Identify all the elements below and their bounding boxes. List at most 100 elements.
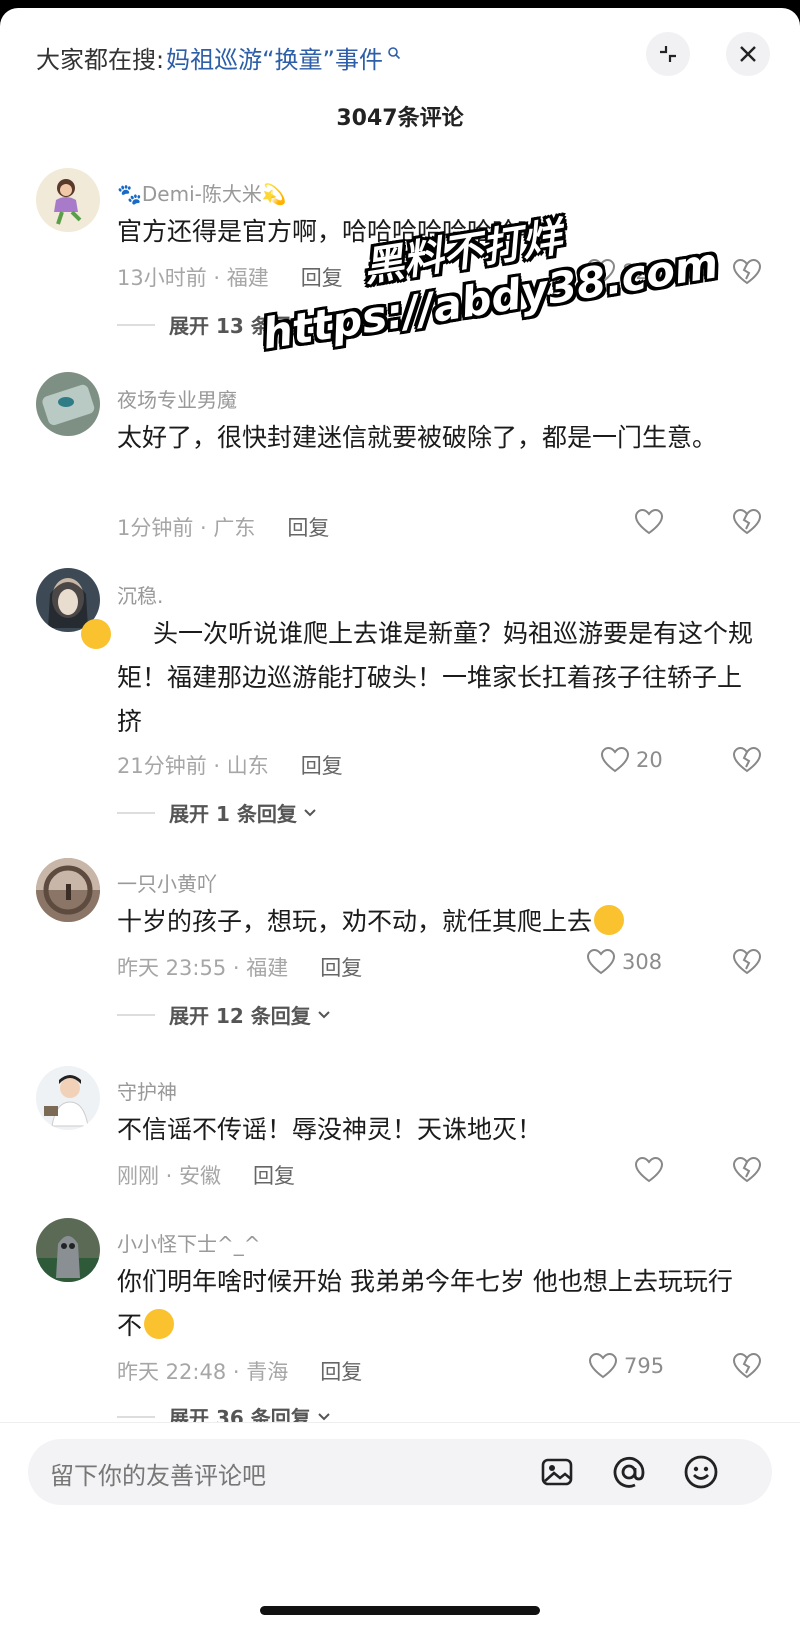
divider bbox=[117, 811, 155, 814]
comment-count: 3047条评论 bbox=[336, 106, 464, 131]
comment-input-bar: 留下你的友善评论吧 bbox=[0, 1422, 800, 1632]
image-icon bbox=[541, 1458, 573, 1486]
avatar-image bbox=[42, 384, 95, 426]
trending-search-prefix: 大家都在搜: bbox=[36, 46, 165, 74]
time-location: 21分钟前 · 山东 bbox=[117, 754, 269, 778]
avatar[interactable] bbox=[36, 1066, 100, 1130]
avatar-image bbox=[36, 858, 100, 922]
grin-emoji-icon bbox=[81, 619, 111, 649]
heart-icon bbox=[634, 508, 664, 535]
watermark-url: https://abdy38.com bbox=[259, 238, 722, 359]
broken-heart-icon bbox=[732, 508, 762, 535]
chevron-down-icon bbox=[318, 320, 330, 328]
avatar-image bbox=[36, 1236, 100, 1282]
time-location: 昨天 23:55 · 福建 bbox=[117, 956, 289, 980]
thinking-emoji-icon bbox=[144, 1309, 175, 1339]
like-count: 828 bbox=[622, 260, 663, 284]
comment-text: 你们明年啥时候开始 我弟弟今年七岁 他也想上去玩玩行不 bbox=[117, 1260, 737, 1348]
dislike-button[interactable] bbox=[732, 258, 762, 290]
trending-search-query[interactable]: 妈祖巡游“换童”事件 bbox=[166, 40, 383, 75]
dislike-button[interactable] bbox=[732, 746, 762, 778]
time-location: 刚刚 · 安徽 bbox=[117, 1164, 222, 1188]
expand-replies-label: 展开 13 条回复 bbox=[169, 314, 311, 338]
collapse-button[interactable] bbox=[646, 32, 690, 76]
heart-icon bbox=[634, 1156, 664, 1183]
emoji-button[interactable] bbox=[680, 1451, 722, 1493]
expand-replies[interactable]: 展开 13 条回复 bbox=[117, 310, 331, 339]
expand-replies-label: 展开 1 条回复 bbox=[169, 802, 297, 826]
like-button[interactable]: 795 bbox=[588, 1352, 664, 1380]
collapse-icon bbox=[660, 46, 676, 62]
like-button[interactable] bbox=[634, 1156, 664, 1184]
broken-heart-icon bbox=[732, 1352, 762, 1379]
image-button[interactable] bbox=[536, 1451, 578, 1493]
reply-button[interactable]: 回复 bbox=[301, 262, 343, 292]
search-icon bbox=[388, 46, 401, 59]
comment-text: 十岁的孩子，想玩，劝不动，就任其爬上去 bbox=[117, 900, 757, 944]
comment-text: 官方还得是官方啊，哈哈哈哈哈哈哈哈 bbox=[117, 217, 543, 246]
close-icon bbox=[740, 46, 756, 62]
chevron-down-icon bbox=[318, 1010, 330, 1018]
like-button[interactable]: 828 bbox=[586, 258, 662, 286]
comment-meta: 21分钟前 · 山东 回复 bbox=[117, 750, 343, 780]
broken-heart-icon bbox=[732, 1156, 762, 1183]
comment-meta: 刚刚 · 安徽 回复 bbox=[117, 1160, 295, 1190]
dislike-button[interactable] bbox=[732, 948, 762, 980]
trending-search[interactable]: 大家都在搜: 妈祖巡游“换童”事件 bbox=[36, 40, 401, 75]
expand-replies[interactable]: 展开 1 条回复 bbox=[117, 798, 317, 827]
heart-icon bbox=[586, 948, 616, 975]
at-icon bbox=[613, 1456, 645, 1488]
comment-input[interactable]: 留下你的友善评论吧 bbox=[28, 1439, 772, 1505]
broken-heart-icon bbox=[732, 948, 762, 975]
heart-icon bbox=[586, 258, 616, 285]
comment-meta: 昨天 22:48 · 青海 回复 bbox=[117, 1356, 362, 1386]
heart-icon bbox=[600, 746, 630, 773]
reply-button[interactable]: 回复 bbox=[320, 1356, 362, 1386]
comment-input-placeholder: 留下你的友善评论吧 bbox=[50, 1462, 266, 1490]
time-location: 13小时前 · 福建 bbox=[117, 266, 269, 290]
avatar[interactable] bbox=[36, 858, 100, 922]
avatar[interactable] bbox=[36, 168, 100, 232]
username[interactable]: 🐾Demi-陈大米💫 bbox=[117, 178, 287, 207]
divider bbox=[117, 1013, 155, 1016]
comment-meta: 1分钟前 · 广东 回复 bbox=[117, 512, 329, 542]
comment-text-body: 你们明年啥时候开始 我弟弟今年七岁 他也想上去玩玩行不 bbox=[117, 1267, 733, 1340]
home-indicator[interactable] bbox=[260, 1606, 540, 1615]
comment-text-body: 头一次听说谁爬上去谁是新童？妈祖巡游要是有这个规矩！福建那边巡游能打破头！一堆家… bbox=[117, 619, 754, 736]
mention-button[interactable] bbox=[608, 1451, 650, 1493]
broken-heart-icon bbox=[732, 258, 762, 285]
like-button[interactable]: 20 bbox=[600, 746, 663, 774]
time-location: 1分钟前 · 广东 bbox=[117, 516, 256, 540]
like-count: 308 bbox=[622, 950, 663, 974]
username[interactable]: 守护神 bbox=[117, 1076, 177, 1105]
reply-button[interactable]: 回复 bbox=[253, 1160, 295, 1190]
expand-replies[interactable]: 展开 12 条回复 bbox=[117, 1000, 331, 1029]
like-button[interactable]: 308 bbox=[586, 948, 662, 976]
comments-sheet: 大家都在搜: 妈祖巡游“换童”事件 3047条评论 🐾Demi-陈大米💫 官方还… bbox=[0, 8, 800, 1632]
username[interactable]: 一只小黄吖 bbox=[117, 868, 217, 897]
dislike-button[interactable] bbox=[732, 1352, 762, 1384]
username[interactable]: 夜场专业男魔 bbox=[117, 384, 237, 413]
divider bbox=[117, 323, 155, 326]
like-count: 795 bbox=[624, 1354, 665, 1378]
smile-emoji-icon bbox=[594, 905, 625, 935]
avatar-image bbox=[44, 1075, 89, 1127]
reply-button[interactable]: 回复 bbox=[320, 952, 362, 982]
username[interactable]: 小小怪下士^_^ bbox=[117, 1228, 261, 1257]
comment-text-body: 十岁的孩子，想玩，劝不动，就任其爬上去 bbox=[117, 907, 593, 936]
like-button[interactable] bbox=[634, 508, 664, 536]
avatar[interactable] bbox=[36, 372, 100, 436]
broken-heart-icon bbox=[732, 746, 762, 773]
dislike-button[interactable] bbox=[732, 508, 762, 540]
chevron-down-icon bbox=[304, 808, 316, 816]
time-location: 昨天 22:48 · 青海 bbox=[117, 1360, 289, 1384]
username[interactable]: 沉稳. bbox=[117, 580, 163, 609]
dislike-button[interactable] bbox=[732, 1156, 762, 1188]
reply-button[interactable]: 回复 bbox=[301, 750, 343, 780]
chevron-down-icon bbox=[318, 1412, 330, 1420]
comments-header: 大家都在搜: 妈祖巡游“换童”事件 3047条评论 bbox=[0, 8, 800, 143]
like-count: 20 bbox=[636, 748, 663, 772]
close-button[interactable] bbox=[726, 32, 770, 76]
reply-button[interactable]: 回复 bbox=[287, 512, 329, 542]
avatar[interactable] bbox=[36, 1218, 100, 1282]
